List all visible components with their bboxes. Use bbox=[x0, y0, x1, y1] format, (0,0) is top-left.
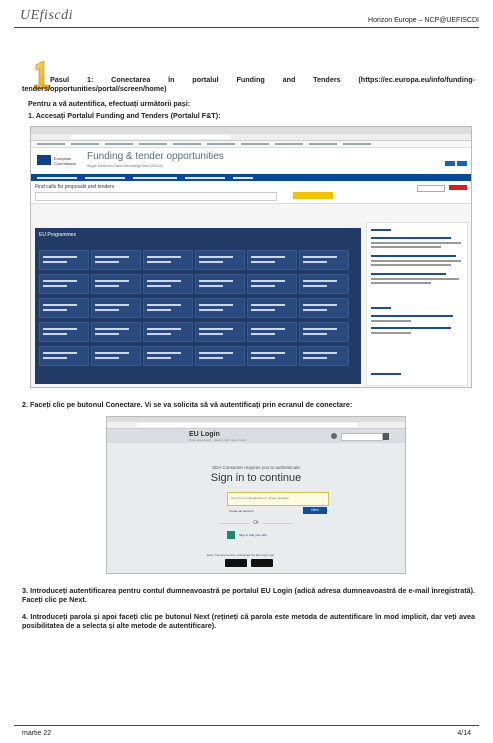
step-item-1: 1. Accesați Portalul Funding and Tenders… bbox=[28, 111, 221, 120]
page-number: 4/14 bbox=[457, 730, 471, 737]
search-input bbox=[35, 192, 277, 201]
or-text: Or bbox=[253, 520, 259, 526]
search-button bbox=[293, 192, 333, 199]
site-title: Funding & tender opportunities bbox=[87, 151, 224, 162]
footer-rule bbox=[14, 725, 479, 726]
eu-programmes-grid: EU Programmes bbox=[35, 228, 361, 384]
step-heading: Pasul 1: Conectarea în portalul Funding … bbox=[22, 75, 475, 93]
auth-required-text: SDA Consumer requires you to authenticat… bbox=[212, 465, 300, 470]
google-play-icon bbox=[251, 559, 273, 567]
step-intro: Pentru a vă autentifica, efectuați următ… bbox=[28, 99, 191, 108]
next-button: Next bbox=[303, 507, 327, 514]
app-download-text: Easy, fast and secure: download the EU L… bbox=[207, 553, 275, 557]
chevron-down-icon bbox=[383, 433, 389, 440]
step-item-2: 2. Faceți clic pe butonul Conectare. Vi … bbox=[22, 400, 353, 409]
app-store-icon bbox=[225, 559, 247, 567]
screenshot-ft-portal: European Commission Funding & tender oppo… bbox=[30, 126, 472, 388]
eu-flag-icon bbox=[37, 155, 51, 165]
language-select bbox=[341, 433, 383, 441]
find-calls-title: Find calls for proposals and tenders bbox=[35, 184, 115, 190]
screenshot-eu-login: EU Login One account, many EU services S… bbox=[106, 416, 406, 574]
header-title: Horizon Europe – NCP@UEFISCDI bbox=[368, 17, 479, 24]
email-field: Use your e-mail address or unique identi… bbox=[227, 492, 329, 506]
step-item-3: 3. Introduceți autentificarea pentru con… bbox=[22, 586, 475, 604]
eid-icon bbox=[227, 531, 235, 539]
eu-login-title: EU Login bbox=[189, 431, 220, 438]
step-item-4: 4. Introduceți parola și apoi faceți cli… bbox=[22, 612, 475, 630]
header-rule bbox=[14, 27, 479, 28]
create-account-link: Create an account bbox=[229, 509, 254, 513]
divider bbox=[263, 523, 293, 524]
register-button bbox=[445, 161, 455, 166]
sign-in-heading: Sign in to continue bbox=[210, 472, 302, 484]
logo: UEfiscdi bbox=[20, 8, 73, 23]
globe-icon bbox=[331, 433, 337, 439]
news-sidebar bbox=[366, 222, 468, 386]
eu-login-subtitle: One account, many EU services bbox=[189, 438, 247, 442]
eid-link: Sign in with your eID bbox=[239, 533, 267, 537]
login-button bbox=[457, 161, 467, 166]
footer-date: martie 22 bbox=[22, 730, 52, 737]
